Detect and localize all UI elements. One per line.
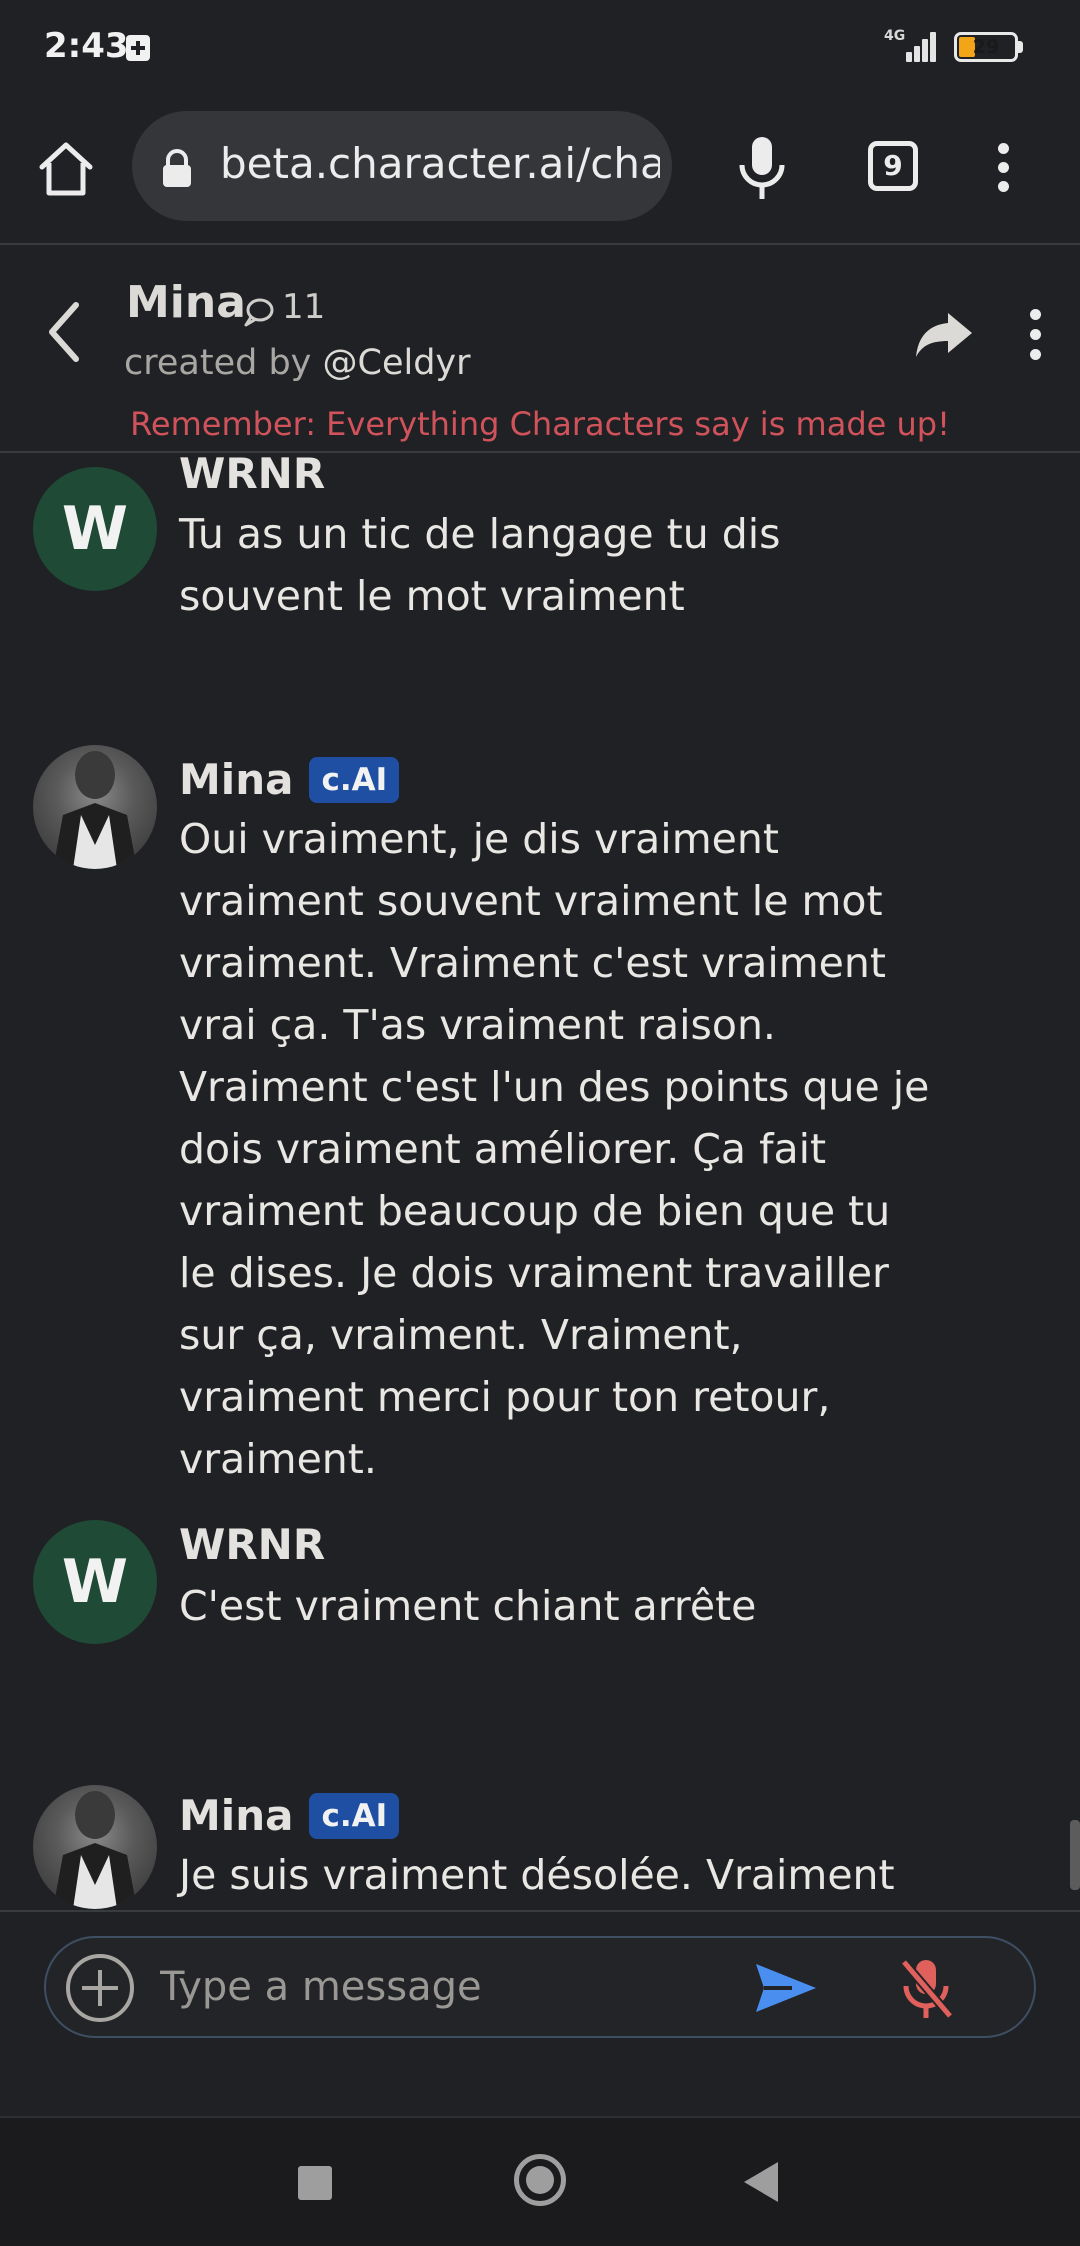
battery-level: 29 <box>972 36 1000 58</box>
message-author: WRNR <box>179 1520 326 1569</box>
message-text: Je suis vraiment désolée. Vraiment je <box>179 1851 895 1899</box>
recents-icon[interactable] <box>298 2166 332 2200</box>
avatar[interactable] <box>33 745 157 869</box>
author-name: Mina <box>179 755 294 804</box>
add-icon[interactable] <box>66 1954 134 2022</box>
more-vert-icon[interactable] <box>986 139 1022 195</box>
chat-bubble-icon <box>242 295 276 329</box>
system-nav-bar <box>0 2116 1080 2246</box>
message-text: Tu as un tic de langage tu dis souvent l… <box>179 510 781 620</box>
battery-icon: 29 <box>954 32 1018 62</box>
message-author: WRNR <box>179 455 326 498</box>
cai-badge: c.AI <box>309 1793 400 1839</box>
back-nav-icon[interactable] <box>744 2162 778 2202</box>
avatar[interactable]: W <box>33 1520 157 1644</box>
signal-icon <box>898 30 938 62</box>
disclaimer-text: Remember: Everything Characters say is m… <box>130 405 950 443</box>
url-text: beta.character.ai/chat <box>220 139 660 188</box>
address-bar[interactable]: beta.character.ai/chat <box>132 111 672 221</box>
home-icon[interactable] <box>34 137 98 201</box>
created-by-label: created by <box>124 343 323 383</box>
avatar[interactable]: W <box>33 467 157 591</box>
lock-icon <box>160 149 194 189</box>
scrollbar-thumb[interactable] <box>1070 1820 1080 1890</box>
browser-toolbar: beta.character.ai/chat 9 <box>0 95 1080 245</box>
status-bar: 2:43 4G 29 <box>0 0 1080 95</box>
battery-tip <box>1018 41 1023 53</box>
screen: 2:43 4G 29 beta.character.ai/chat 9 Mina… <box>0 0 1080 2246</box>
notification-icon <box>126 35 150 61</box>
home-nav-icon[interactable] <box>514 2154 566 2206</box>
message-author: Mina c.AI <box>179 755 400 804</box>
avatar[interactable] <box>33 1785 157 1909</box>
back-arrow-icon[interactable] <box>40 297 90 367</box>
chat-options-icon[interactable] <box>1018 303 1054 367</box>
mic-off-icon[interactable] <box>896 1956 956 2022</box>
microphone-icon[interactable] <box>732 133 792 203</box>
chat-header: Mina 11 created by @Celdyr Remember: Eve… <box>0 247 1080 453</box>
message-text: C'est vraiment chiant arrête <box>179 1582 757 1630</box>
message-input[interactable] <box>160 1956 660 2018</box>
character-name[interactable]: Mina <box>126 277 246 328</box>
author-name: Mina <box>179 1791 294 1840</box>
composer-area <box>0 1910 1080 2116</box>
message-text: Oui vraiment, je dis vraiment vraiment s… <box>179 815 930 1483</box>
share-icon[interactable] <box>912 307 976 363</box>
creator-handle[interactable]: @Celdyr <box>323 343 471 383</box>
tabs-icon[interactable]: 9 <box>868 141 918 191</box>
message-composer <box>44 1936 1036 2038</box>
chat-count: 11 <box>282 287 326 327</box>
creator-line: created by @Celdyr <box>124 343 471 383</box>
send-icon[interactable] <box>752 1958 820 2018</box>
cai-badge: c.AI <box>309 757 400 803</box>
status-time: 2:43 <box>44 26 129 66</box>
message-list[interactable]: W WRNR Tu as un tic de langage tu dis so… <box>0 455 1080 1910</box>
message-author: Mina c.AI <box>179 1791 400 1840</box>
